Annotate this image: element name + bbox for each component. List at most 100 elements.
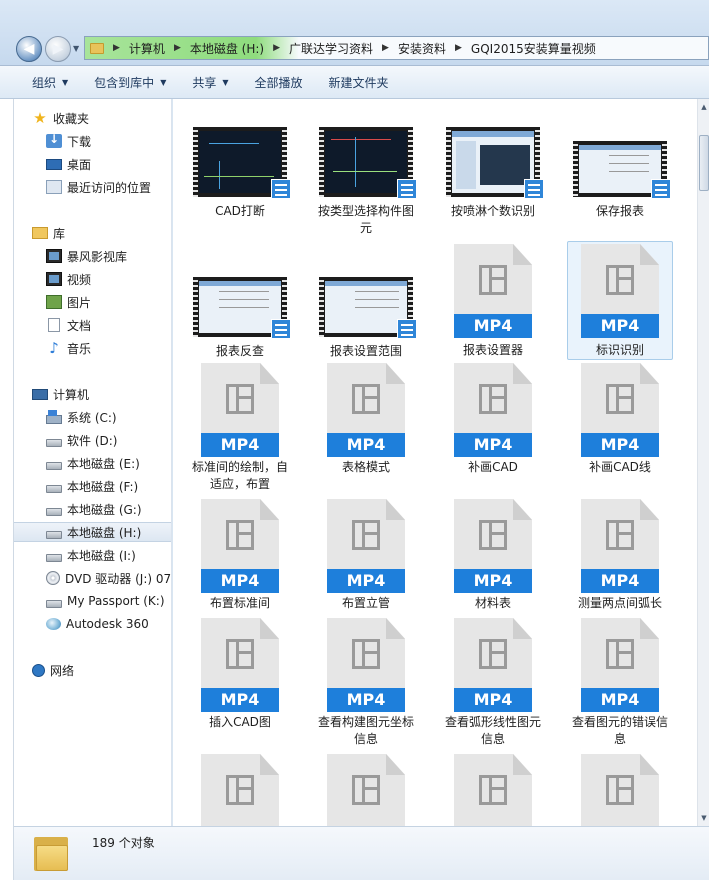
documents-icon <box>48 318 60 332</box>
forward-button[interactable]: ▶ <box>45 36 71 62</box>
nav-documents[interactable]: 文档 <box>46 315 171 335</box>
nav-drive-f[interactable]: 本地磁盘 (F:) <box>46 476 171 496</box>
share-menu[interactable]: 共享 ▼ <box>192 74 228 91</box>
file-label: 插入CAD图 <box>209 715 271 729</box>
folder-icon <box>34 833 68 871</box>
desktop-icon <box>46 159 62 170</box>
file-item[interactable] <box>187 754 293 826</box>
new-folder-button[interactable]: 新建文件夹 <box>329 74 389 91</box>
file-item[interactable]: MP4 布置立管 <box>313 499 419 612</box>
nav-computer[interactable]: 计算机 <box>32 384 171 404</box>
nav-drive-i[interactable]: 本地磁盘 (I:) <box>46 545 171 565</box>
cloud-drive-icon <box>46 618 61 630</box>
details-pane: 189 个对象 <box>14 826 709 880</box>
hard-drive-icon <box>46 461 62 470</box>
video-badge-icon <box>271 319 291 339</box>
nav-desktop[interactable]: 桌面 <box>46 154 171 174</box>
file-item[interactable]: MP4 补画CAD <box>440 363 546 476</box>
file-label: 标识识别 <box>595 343 644 357</box>
file-item[interactable]: MP4 插入CAD图 <box>187 618 293 731</box>
mp4-file-icon: MP4 <box>454 618 532 712</box>
file-item[interactable]: 保存报表 <box>567 141 673 220</box>
file-item[interactable]: MP4 查看图元的错误信息 <box>567 618 673 748</box>
nav-music[interactable]: ♪ 音乐 <box>46 338 171 358</box>
file-item[interactable]: 按类型选择构件图元 <box>313 127 419 237</box>
command-bar: 组织 ▼ 包含到库中 ▼ 共享 ▼ 全部播放 新建文件夹 <box>0 66 709 99</box>
chevron-right-icon[interactable]: ▶ <box>273 43 280 53</box>
scroll-down-icon[interactable]: ▼ <box>699 812 709 824</box>
mp4-file-icon: MP4 <box>201 499 279 593</box>
star-icon: ★ <box>33 109 47 127</box>
nav-drive-g[interactable]: 本地磁盘 (G:) <box>46 499 171 519</box>
back-button[interactable]: ◀ <box>16 36 42 62</box>
crumb-install-materials[interactable]: 安装资料 <box>398 40 446 57</box>
nav-drive-k[interactable]: My Passport (K:) <box>46 591 171 611</box>
nav-drive-c[interactable]: 系统 (C:) <box>46 407 171 427</box>
nav-recent[interactable]: 最近访问的位置 <box>46 177 171 197</box>
vertical-scrollbar[interactable]: ▲ ▼ <box>697 99 709 826</box>
file-item[interactable] <box>313 754 419 826</box>
crumb-computer[interactable]: 计算机 <box>129 40 165 57</box>
navigation-pane[interactable]: ★收藏夹 下载 桌面 最近访问的位置 库 暴风影视库 视频 图片 文档 ♪音乐 … <box>14 99 172 826</box>
file-item[interactable]: MP4 查看构建图元坐标信息 <box>313 618 419 748</box>
nav-downloads[interactable]: 下载 <box>46 131 171 151</box>
file-label: 补画CAD <box>468 460 518 474</box>
address-bar[interactable]: ▶ 计算机 ▶ 本地磁盘 (H:) ▶ 广联达学习资料 ▶ 安装资料 ▶ GQI… <box>84 36 709 60</box>
play-all-button[interactable]: 全部播放 <box>255 74 303 91</box>
file-item[interactable]: MP4 测量两点间弧长 <box>567 499 673 612</box>
nav-pictures[interactable]: 图片 <box>46 292 171 312</box>
crumb-study-materials[interactable]: 广联达学习资料 <box>289 40 373 57</box>
file-item[interactable]: MP4 材料表 <box>440 499 546 612</box>
organize-menu[interactable]: 组织 ▼ <box>32 74 68 91</box>
video-badge-icon <box>524 179 544 199</box>
file-item[interactable]: 报表反查 <box>187 277 293 360</box>
file-item[interactable]: MP4 布置标准间 <box>187 499 293 612</box>
file-item[interactable] <box>567 754 673 826</box>
network-icon <box>32 663 45 677</box>
file-item[interactable]: 按喷淋个数识别 <box>440 127 546 220</box>
file-item[interactable]: MP4 表格模式 <box>313 363 419 476</box>
file-item[interactable]: CAD打断 <box>187 127 293 220</box>
nav-label: 本地磁盘 (F:) <box>67 479 139 494</box>
chevron-right-icon[interactable]: ▶ <box>382 43 389 53</box>
scroll-up-icon[interactable]: ▲ <box>699 101 709 113</box>
video-badge-icon <box>271 179 291 199</box>
file-item[interactable]: MP4 补画CAD线 <box>567 363 673 476</box>
file-label: 布置标准间 <box>209 596 270 610</box>
chevron-right-icon[interactable]: ▶ <box>174 43 181 53</box>
file-item[interactable]: MP4 报表设置器 <box>440 244 546 359</box>
file-label: 查看构建图元坐标信息 <box>317 715 414 746</box>
file-grid[interactable]: CAD打断 按类型选择构件图元 按喷淋个数识别 保存报表 报表反查 报表设置范围… <box>173 99 697 826</box>
nav-network[interactable]: 网络 <box>32 660 171 680</box>
chevron-right-icon[interactable]: ▶ <box>455 43 462 53</box>
nav-label: 网络 <box>50 663 75 678</box>
file-item[interactable]: MP4 标准间的绘制，自适应，布置 <box>187 363 293 493</box>
file-item[interactable] <box>440 754 546 826</box>
chevron-right-icon[interactable]: ▶ <box>113 43 120 53</box>
nav-drive-j[interactable]: DVD 驱动器 (J:) 07 <box>46 568 171 588</box>
pictures-icon <box>46 295 62 309</box>
scroll-thumb[interactable] <box>699 135 709 191</box>
mp4-file-icon: MP4 <box>327 618 405 712</box>
file-label: 材料表 <box>474 596 511 610</box>
nav-drive-e[interactable]: 本地磁盘 (E:) <box>46 453 171 473</box>
file-item[interactable]: MP4 查看弧形线性图元信息 <box>440 618 546 748</box>
nav-drive-h[interactable]: 本地磁盘 (H:) <box>14 522 171 542</box>
videos-icon <box>46 272 62 286</box>
file-item-selected[interactable]: MP4 标识识别 <box>567 241 673 360</box>
nav-autodesk-360[interactable]: Autodesk 360 <box>46 614 171 634</box>
crumb-drive-h[interactable]: 本地磁盘 (H:) <box>190 40 264 57</box>
nav-label: My Passport (K:) <box>67 594 165 608</box>
history-dropdown-icon[interactable]: ▼ <box>73 44 79 53</box>
nav-storm-library[interactable]: 暴风影视库 <box>46 246 171 266</box>
include-library-menu[interactable]: 包含到库中 ▼ <box>94 74 166 91</box>
nav-libraries[interactable]: 库 <box>32 223 171 243</box>
nav-favorites[interactable]: ★ 收藏夹 <box>32 108 171 128</box>
nav-drive-d[interactable]: 软件 (D:) <box>46 430 171 450</box>
mp4-badge: MP4 <box>581 314 659 338</box>
mp4-file-icon: MP4 <box>454 363 532 457</box>
video-thumbnail <box>446 127 544 199</box>
nav-videos[interactable]: 视频 <box>46 269 171 289</box>
file-item[interactable]: 报表设置范围 <box>313 277 419 360</box>
crumb-gqi-videos[interactable]: GQI2015安装算量视频 <box>471 40 596 57</box>
